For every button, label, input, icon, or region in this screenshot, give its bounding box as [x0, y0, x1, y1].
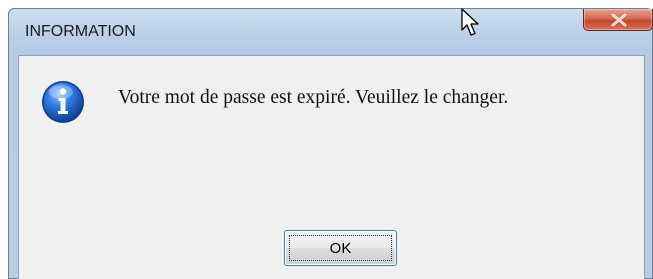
- dialog-body: Votre mot de passe est expiré. Veuillez …: [18, 55, 645, 279]
- close-icon: [611, 13, 627, 27]
- mouse-cursor-icon: [461, 8, 479, 36]
- ok-button[interactable]: OK: [284, 230, 397, 266]
- window-title: INFORMATION: [25, 23, 136, 40]
- title-bar[interactable]: INFORMATION: [9, 9, 653, 55]
- close-button[interactable]: [583, 9, 653, 31]
- ok-button-label: OK: [289, 235, 392, 261]
- information-icon: [42, 81, 84, 123]
- dialog-window: INFORMATION Votre mot de passe est expir…: [8, 8, 653, 279]
- dialog-message: Votre mot de passe est expiré. Veuillez …: [118, 87, 509, 108]
